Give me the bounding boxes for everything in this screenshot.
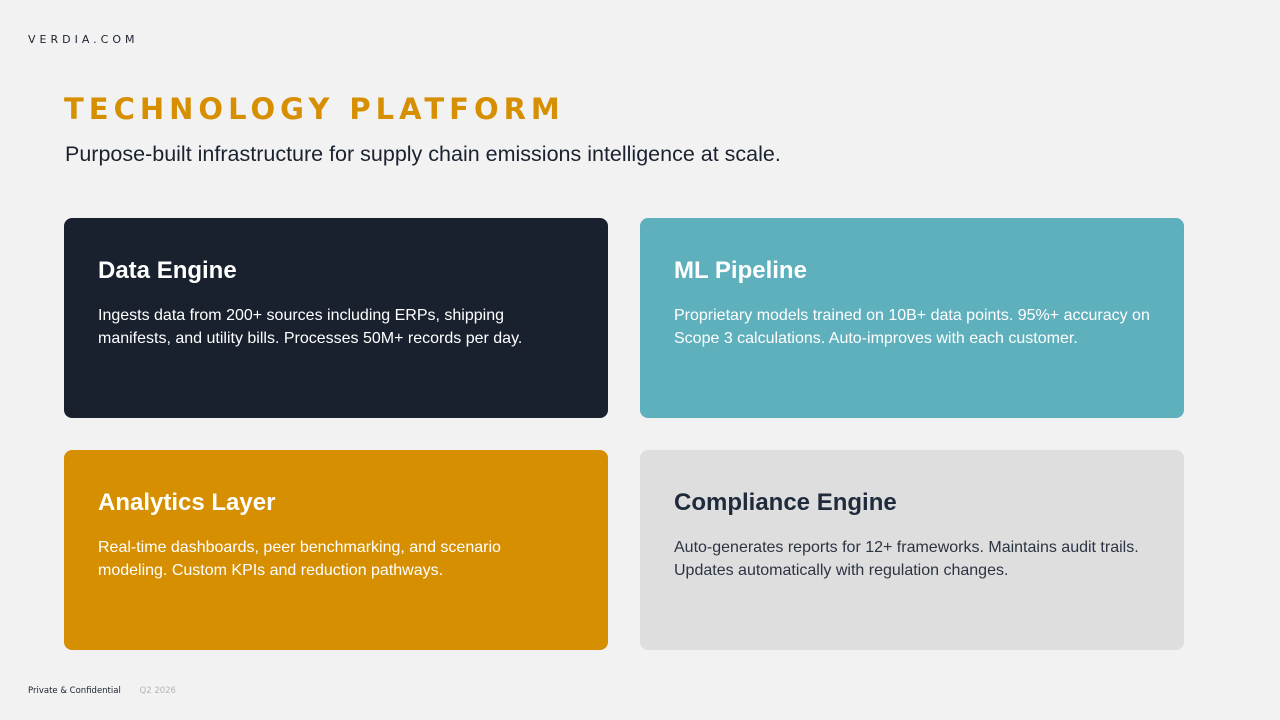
card-analytics-layer: Analytics Layer Real-time dashboards, pe… xyxy=(64,450,608,650)
card-ml-pipeline: ML Pipeline Proprietary models trained o… xyxy=(640,218,1184,418)
card-description: Real-time dashboards, peer benchmarking,… xyxy=(98,539,501,579)
card-description: Auto-generates reports for 12+ framework… xyxy=(674,539,1139,579)
card-description: Ingests data from 200+ sources including… xyxy=(98,307,523,347)
card-description: Proprietary models trained on 10B+ data … xyxy=(674,307,1150,347)
card-title: Data Engine xyxy=(98,257,237,284)
card-title: Analytics Layer xyxy=(98,489,276,516)
page-title: TECHNOLOGY PLATFORM xyxy=(64,92,565,126)
card-title: Compliance Engine xyxy=(674,489,897,516)
brand-logo-text: VERDIA.COM xyxy=(28,33,139,46)
footer-confidential: Private & Confidential xyxy=(28,686,121,696)
card-title: ML Pipeline xyxy=(674,257,807,284)
page-subtitle: Purpose-built infrastructure for supply … xyxy=(65,142,781,166)
card-compliance-engine: Compliance Engine Auto-generates reports… xyxy=(640,450,1184,650)
card-data-engine: Data Engine Ingests data from 200+ sourc… xyxy=(64,218,608,418)
footer: Private & Confidential Q2 2026 xyxy=(28,686,176,696)
footer-period: Q2 2026 xyxy=(139,686,176,696)
